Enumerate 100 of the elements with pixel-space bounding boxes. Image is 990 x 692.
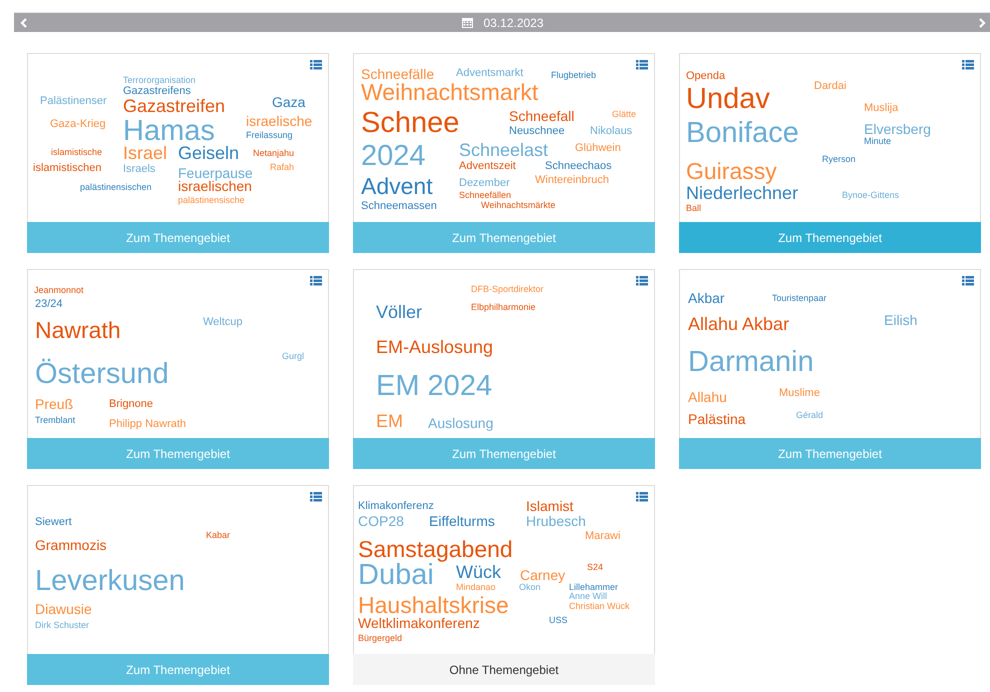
cloud-word[interactable]: Netanjahu	[253, 149, 294, 158]
cloud-word[interactable]: Klimakonferenz	[358, 500, 434, 512]
list-icon[interactable]	[636, 276, 648, 286]
cloud-word[interactable]: Weihnachtsmärkte	[481, 201, 556, 210]
topic-button[interactable]: Zum Themengebiet	[353, 222, 655, 253]
cloud-word[interactable]: EM-Auslosung	[376, 338, 494, 356]
cloud-word[interactable]: COP28	[358, 514, 404, 528]
cloud-word[interactable]: Östersund	[35, 360, 169, 390]
cloud-word[interactable]: Wück	[456, 563, 501, 582]
cloud-word[interactable]: Openda	[686, 70, 726, 82]
cloud-word[interactable]: Geiseln	[178, 144, 240, 162]
cloud-word[interactable]: Glätte	[612, 110, 636, 120]
topic-button[interactable]: Zum Themengebiet	[27, 438, 329, 469]
cloud-word[interactable]: 23/24	[35, 298, 63, 310]
cloud-word[interactable]: Undav	[686, 85, 770, 114]
cloud-word[interactable]: Dardai	[814, 80, 846, 92]
cloud-word[interactable]: Siewert	[35, 516, 72, 528]
cloud-word[interactable]: Terrororganisation	[123, 76, 196, 86]
cloud-word[interactable]: Völler	[376, 303, 422, 322]
cloud-word[interactable]: Boniface	[686, 119, 799, 148]
cloud-word[interactable]: Eilish	[884, 313, 918, 328]
cloud-word[interactable]: Brignone	[109, 398, 154, 410]
cloud-word[interactable]: Allahu Akbar	[688, 315, 790, 334]
cloud-word[interactable]: Elversberg	[864, 122, 931, 136]
cloud-word[interactable]: Islamist	[526, 499, 574, 514]
list-icon[interactable]	[962, 60, 974, 70]
cloud-word[interactable]: S24	[587, 563, 604, 572]
cloud-word[interactable]: Adventszeit	[459, 160, 516, 172]
cloud-word[interactable]: Flugbetrieb	[551, 71, 596, 80]
cloud-word[interactable]: Dirk Schuster	[35, 621, 90, 630]
cloud-word[interactable]: Weltklimakonferenz	[358, 616, 480, 630]
cloud-word[interactable]: Akbar	[688, 291, 725, 306]
cloud-word[interactable]: Niederlechner	[686, 184, 798, 202]
cloud-word[interactable]: Muslime	[779, 388, 820, 399]
cloud-word[interactable]: Anne Will	[569, 592, 608, 602]
cloud-word[interactable]: Touristenpaar	[772, 294, 827, 304]
topic-button[interactable]: Zum Themengebiet	[353, 438, 655, 469]
cloud-word[interactable]: Hamas	[123, 117, 215, 146]
cloud-word[interactable]: Wintereinbruch	[535, 174, 609, 186]
cloud-word[interactable]: Gaza	[272, 95, 306, 110]
cloud-word[interactable]: Marawi	[585, 530, 620, 542]
cloud-word[interactable]: Weltcup	[203, 316, 243, 328]
cloud-word[interactable]: Darmanin	[688, 348, 814, 378]
next-icon[interactable]	[979, 18, 986, 28]
no-topic-button[interactable]: Ohne Themengebiet	[353, 654, 655, 685]
cloud-word[interactable]: Hrubesch	[526, 514, 586, 528]
cloud-word[interactable]: Israel	[123, 144, 168, 162]
cloud-word[interactable]: Gazastreifen	[123, 97, 226, 116]
cloud-word[interactable]: Allahu	[688, 390, 727, 404]
list-icon[interactable]	[962, 276, 974, 286]
previous-icon[interactable]	[20, 18, 27, 28]
cloud-word[interactable]: islamistische	[51, 148, 102, 158]
cloud-word[interactable]: Israels	[123, 164, 156, 175]
cloud-word[interactable]: Bürgergeld	[358, 634, 402, 644]
cloud-word[interactable]: Gérald	[796, 411, 824, 420]
cloud-word[interactable]: Advent	[361, 175, 433, 198]
cloud-word[interactable]: islamistischen	[33, 162, 102, 174]
cloud-word[interactable]: Carney	[520, 568, 566, 582]
cloud-word[interactable]: Nikolaus	[590, 126, 632, 137]
list-icon[interactable]	[310, 492, 322, 502]
cloud-word[interactable]: Gurgl	[282, 352, 304, 362]
cloud-word[interactable]: EM	[376, 412, 403, 430]
topic-button[interactable]: Zum Themengebiet	[679, 438, 981, 469]
cloud-word[interactable]: Ball	[686, 204, 702, 214]
cloud-word[interactable]: Dubai	[358, 561, 434, 590]
cloud-word[interactable]: 2024	[361, 142, 426, 172]
cloud-word[interactable]: Schneelast	[459, 141, 548, 160]
cloud-word[interactable]: Schneechaos	[545, 160, 612, 172]
calendar-icon[interactable]	[462, 17, 474, 28]
cloud-word[interactable]: Kabar	[206, 531, 230, 540]
cloud-word[interactable]: Schneefälle	[361, 67, 434, 82]
cloud-word[interactable]: Glühwein	[575, 142, 621, 154]
cloud-word[interactable]: Schnee	[361, 109, 460, 138]
cloud-word[interactable]: Schneefall	[509, 109, 574, 124]
cloud-word[interactable]: Philipp Nawrath	[109, 418, 186, 430]
cloud-word[interactable]: Samstagabend	[358, 538, 513, 562]
cloud-word[interactable]: Guirassy	[686, 160, 777, 184]
topic-button[interactable]: Zum Themengebiet	[679, 222, 981, 253]
cloud-word[interactable]: Feuerpause	[178, 166, 253, 180]
topic-button[interactable]: Zum Themengebiet	[27, 654, 329, 685]
date-label[interactable]: 03.12.2023	[483, 16, 544, 30]
cloud-word[interactable]: palästinensische	[178, 196, 245, 206]
cloud-word[interactable]: Adventsmarkt	[456, 68, 524, 79]
list-icon[interactable]	[310, 60, 322, 70]
cloud-word[interactable]: israelischen	[178, 179, 252, 194]
cloud-word[interactable]: DFB-Sportdirektor	[471, 285, 544, 294]
cloud-word[interactable]: Dezember	[459, 178, 510, 189]
cloud-word[interactable]: Schneemassen	[361, 200, 437, 212]
cloud-word[interactable]: Jeanmonnot	[34, 286, 84, 296]
cloud-word[interactable]: Eiffelturms	[429, 514, 495, 528]
cloud-word[interactable]: Grammozis	[35, 538, 107, 552]
list-icon[interactable]	[636, 60, 648, 70]
cloud-word[interactable]: Neuschnee	[509, 126, 565, 137]
cloud-word[interactable]: Bynoe-Gittens	[842, 191, 900, 200]
cloud-word[interactable]: Diawusie	[35, 602, 92, 616]
list-icon[interactable]	[636, 492, 648, 502]
cloud-word[interactable]: Gaza-Krieg	[50, 118, 106, 130]
cloud-word[interactable]: EM 2024	[376, 372, 492, 402]
cloud-word[interactable]: Okon	[519, 583, 541, 592]
cloud-word[interactable]: Mindanao	[456, 583, 496, 592]
